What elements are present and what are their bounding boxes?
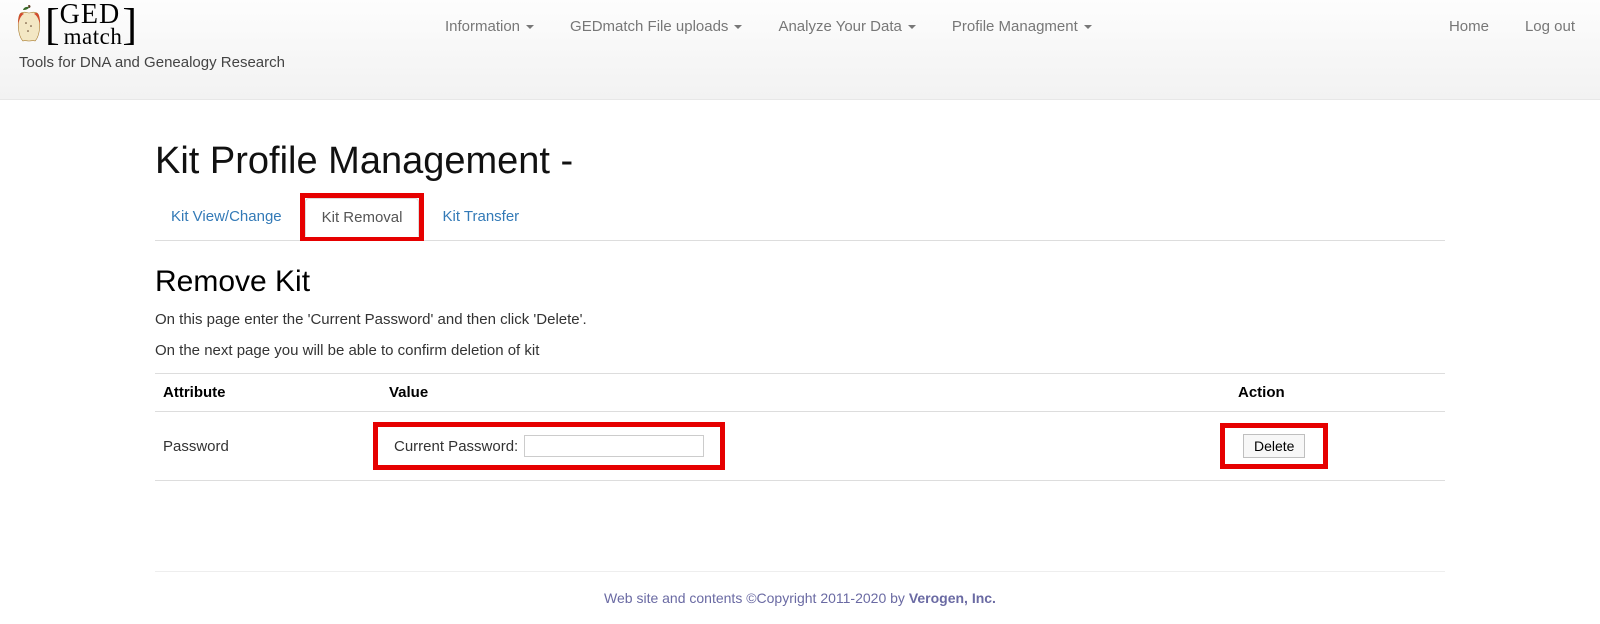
nav-label: Log out xyxy=(1525,18,1575,35)
highlight-kit-removal: Kit Removal xyxy=(300,193,425,241)
cell-attribute: Password xyxy=(155,412,381,481)
nav-file-uploads[interactable]: GEDmatch File uploads xyxy=(570,12,742,41)
chevron-down-icon xyxy=(1084,25,1092,29)
nav-label: Information xyxy=(445,18,520,35)
nav-profile-management[interactable]: Profile Managment xyxy=(952,12,1092,41)
footer: Web site and contents ©Copyright 2011-20… xyxy=(0,572,1600,606)
cell-value: Current Password: xyxy=(381,412,1230,481)
th-attribute: Attribute xyxy=(155,374,381,412)
password-label: Current Password: xyxy=(394,438,518,455)
table-header-row: Attribute Value Action xyxy=(155,374,1445,412)
chevron-down-icon xyxy=(734,25,742,29)
nav-left: Information GEDmatch File uploads Analyz… xyxy=(445,0,1092,41)
page-title: Kit Profile Management - xyxy=(155,140,1445,183)
main-container: Kit Profile Management - Kit View/Change… xyxy=(155,100,1445,481)
table-row: Password Current Password: Delete xyxy=(155,412,1445,481)
cell-action: Delete xyxy=(1230,412,1445,481)
delete-button[interactable]: Delete xyxy=(1243,434,1305,458)
th-action: Action xyxy=(1230,374,1445,412)
tab-kit-removal[interactable]: Kit Removal xyxy=(305,198,420,237)
nav-label: Profile Managment xyxy=(952,18,1078,35)
nav-analyze-data[interactable]: Analyze Your Data xyxy=(778,12,915,41)
brand-tagline: Tools for DNA and Genealogy Research xyxy=(15,54,285,71)
nav-logout[interactable]: Log out xyxy=(1525,12,1575,41)
nav-information[interactable]: Information xyxy=(445,12,534,41)
brand-text: [ GED match ] xyxy=(45,2,137,48)
brand-block: [ GED match ] Tools for DNA and Genealog… xyxy=(15,0,285,71)
footer-text: Web site and contents ©Copyright 2011-20… xyxy=(604,590,909,606)
tab-kit-view-change[interactable]: Kit View/Change xyxy=(155,198,298,235)
subtabs: Kit View/Change Kit Removal Kit Transfer xyxy=(155,193,1445,241)
chevron-down-icon xyxy=(526,25,534,29)
top-navbar: [ GED match ] Tools for DNA and Genealog… xyxy=(0,0,1600,100)
remove-kit-table: Attribute Value Action Password Current … xyxy=(155,373,1445,481)
bracket-open-icon: [ xyxy=(45,7,60,42)
section-heading: Remove Kit xyxy=(155,265,1445,299)
instruction-1: On this page enter the 'Current Password… xyxy=(155,311,1445,328)
instruction-2: On the next page you will be able to con… xyxy=(155,342,1445,359)
highlight-password-field: Current Password: xyxy=(373,422,725,470)
nav-right: Home Log out xyxy=(1449,0,1585,41)
highlight-delete-button: Delete xyxy=(1220,423,1328,469)
nav-label: Home xyxy=(1449,18,1489,35)
th-value: Value xyxy=(381,374,1230,412)
footer-company: Verogen, Inc. xyxy=(909,590,996,606)
bracket-close-icon: ] xyxy=(122,7,137,42)
tab-kit-transfer[interactable]: Kit Transfer xyxy=(426,198,535,235)
apple-core-icon xyxy=(15,5,43,45)
nav-label: GEDmatch File uploads xyxy=(570,18,728,35)
chevron-down-icon xyxy=(908,25,916,29)
brand-match: match xyxy=(60,27,123,48)
nav-home[interactable]: Home xyxy=(1449,12,1489,41)
nav-label: Analyze Your Data xyxy=(778,18,901,35)
current-password-input[interactable] xyxy=(524,435,704,457)
